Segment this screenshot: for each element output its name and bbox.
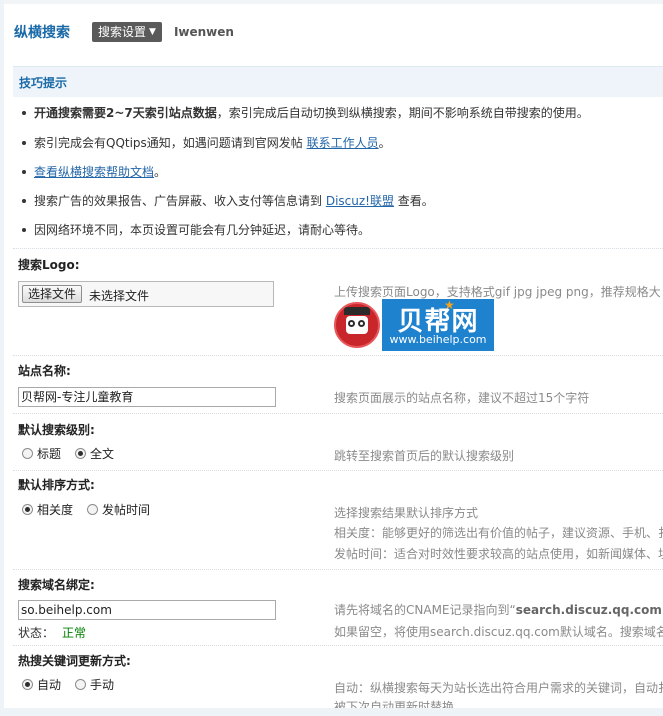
radio-fulltext[interactable]: 全文 — [75, 445, 114, 462]
radio-manual[interactable]: 手动 — [75, 676, 114, 693]
search-settings-label: 搜索设置 — [98, 25, 147, 39]
page-header: 纵横搜索 搜索设置 ▼ Iwenwen — [14, 19, 234, 45]
divider — [13, 413, 663, 414]
divider — [13, 645, 663, 646]
divider — [13, 248, 663, 249]
divider — [13, 569, 663, 570]
tip-item: 查看纵横搜索帮助文档。 — [22, 163, 166, 180]
radio-button-checked[interactable] — [22, 679, 33, 690]
site-logo-preview: ★ 贝帮网 www.beihelp.com — [334, 298, 494, 351]
cname-domain: search.discuz.qq.com — [515, 603, 662, 617]
site-name-desc: 搜索页面展示的站点名称，建议不超过15个字符 — [334, 391, 590, 405]
hot-keywords-desc: 自动：纵横搜索每天为站长选出符合用户需求的关键词，自动扌 — [334, 681, 663, 695]
radio-label: 相关度 — [37, 503, 74, 517]
domain-bind-title: 搜索域名绑定: — [18, 578, 95, 592]
radio-label: 全文 — [90, 447, 115, 461]
site-name-title: 站点名称: — [18, 364, 71, 378]
radio-button[interactable] — [87, 504, 99, 515]
tip-bold: 开通搜索需要2~7天索引站点数据 — [34, 106, 217, 120]
bullet-icon — [22, 169, 26, 174]
tip-text: 索引完成会有QQtips通知，如遇问题请到官网发帖 — [34, 136, 307, 150]
tip-item: 索引完成会有QQtips通知，如遇问题请到官网发帖 联系工作人员。 — [22, 134, 391, 151]
tips-heading: 技巧提示 — [19, 76, 68, 90]
tip-item: 因网络环境不同，本页设置可能会有几分钟延迟，请耐心等待。 — [22, 221, 370, 238]
radio-button[interactable] — [22, 448, 33, 459]
tip-item: 开通搜索需要2~7天索引站点数据，索引完成后自动切换到纵横搜索，期间不影响系统自… — [22, 104, 589, 121]
bullet-icon — [22, 227, 26, 232]
logo-url: www.beihelp.com — [389, 333, 487, 346]
sort-mode-desc-time: 发帖时间：适合对时效性要求较高的站点使用，如新闻媒体、址 — [334, 547, 663, 561]
radio-button-checked[interactable] — [22, 504, 33, 515]
tip-suffix: 。 — [378, 136, 391, 150]
radio-label: 标题 — [37, 447, 62, 461]
contact-staff-link[interactable]: 联系工作人员 — [307, 136, 379, 150]
sort-mode-desc-relevance: 相关度：能够更好的筛选出有价值的帖子，建议资源、手机、扌 — [334, 526, 663, 540]
bullet-icon — [22, 140, 26, 145]
domain-desc-2: 如果留空，将使用search.discuz.qq.com默认域名。搜索域名 — [334, 625, 663, 639]
logo-desc: 上传搜索页面Logo，支持格式gif jpg jpeg png，推荐规格大 — [334, 285, 661, 299]
file-status: 未选择文件 — [89, 289, 150, 303]
radio-button-checked[interactable] — [75, 448, 87, 459]
radio-label: 手动 — [90, 678, 115, 692]
site-name-input[interactable] — [18, 387, 276, 407]
search-level-options: 标题 全文 — [22, 445, 128, 462]
domain-input[interactable] — [18, 600, 276, 620]
status-label: 状态： — [18, 626, 55, 640]
logo-file-input[interactable]: 选择文件 未选择文件 — [18, 281, 274, 307]
tip-text: ，索引完成后自动切换到纵横搜索，期间不影响系统自带搜索的使用。 — [216, 106, 589, 120]
sort-mode-title: 默认排序方式: — [18, 478, 95, 492]
top-border — [0, 0, 663, 4]
sort-mode-desc: 选择搜索结果默认排序方式 — [334, 506, 479, 520]
choose-file-button[interactable]: 选择文件 — [22, 285, 83, 303]
tip-suffix: 。 — [154, 165, 167, 179]
radio-button[interactable] — [75, 679, 87, 690]
tips-header: 技巧提示 — [13, 66, 663, 97]
bullet-icon — [22, 198, 26, 203]
hot-keywords-options: 自动 手动 — [22, 676, 128, 693]
divider — [13, 470, 663, 471]
bottom-border — [0, 708, 663, 716]
domain-status: 状态： 正常 — [18, 624, 86, 641]
radio-label: 自动 — [37, 678, 62, 692]
page-title: 纵横搜索 — [14, 25, 70, 41]
radio-relevance[interactable]: 相关度 — [22, 501, 73, 518]
hot-keywords-title: 热搜关键词更新方式: — [18, 654, 131, 668]
radio-auto[interactable]: 自动 — [22, 676, 61, 693]
username: Iwenwen — [173, 25, 234, 39]
domain-desc: 请先将域名的CNAME记录指向到“search.discuz.qq.com” — [334, 603, 663, 617]
radio-title[interactable]: 标题 — [22, 445, 61, 462]
sort-mode-options: 相关度 发帖时间 — [22, 501, 164, 518]
mascot-icon — [334, 302, 380, 348]
logo-panel: ★ 贝帮网 www.beihelp.com — [382, 298, 494, 351]
hot-keywords-desc-2: 被下次自动更新时替换 — [334, 700, 455, 708]
discuz-union-link[interactable]: Discuz!联盟 — [326, 194, 394, 208]
tip-text: 搜索广告的效果报告、广告屏蔽、收入支付等信息请到 — [34, 194, 326, 208]
caret-down-icon: ▼ — [149, 26, 156, 37]
tip-text: 因网络环境不同，本页设置可能会有几分钟延迟，请耐心等待。 — [34, 223, 371, 237]
help-docs-link[interactable]: 查看纵横搜索帮助文档 — [34, 165, 154, 179]
logo-section-title: 搜索Logo: — [18, 258, 80, 272]
left-border — [0, 0, 4, 716]
radio-post-time[interactable]: 发帖时间 — [87, 501, 150, 518]
bullet-icon — [22, 110, 26, 115]
tip-item: 搜索广告的效果报告、广告屏蔽、收入支付等信息请到 Discuz!联盟 查看。 — [22, 192, 434, 209]
search-settings-button[interactable]: 搜索设置 ▼ — [92, 22, 162, 42]
search-level-title: 默认搜索级别: — [18, 423, 95, 437]
search-level-desc: 跳转至搜索首页后的默认搜索级别 — [334, 449, 515, 463]
divider — [13, 355, 663, 356]
radio-label: 发帖时间 — [102, 503, 151, 517]
tip-suffix: 查看。 — [393, 194, 434, 208]
status-badge: 正常 — [62, 626, 87, 640]
